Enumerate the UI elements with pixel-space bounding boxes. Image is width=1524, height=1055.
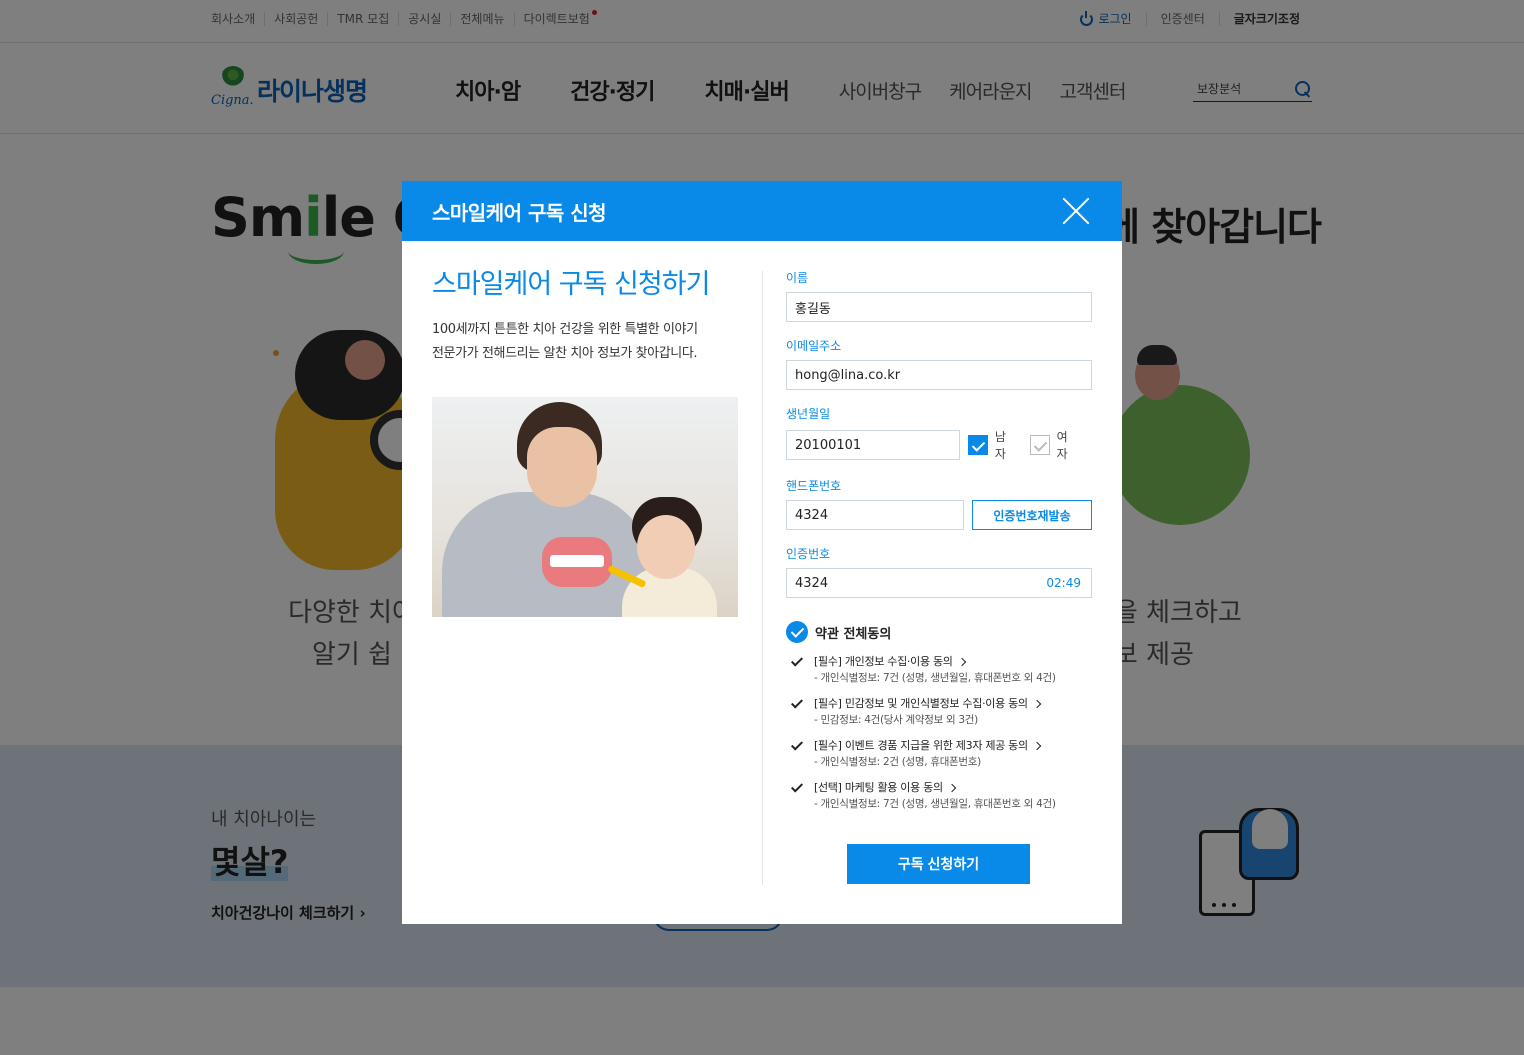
term-title: [필수] 민감정보 및 개인식별정보 수집·이용 동의 [814, 697, 1028, 710]
term-item[interactable]: [필수] 개인정보 수집·이용 동의 - 개인식별정보: 7건 (성명, 생년월… [786, 653, 1092, 686]
term-title: [필수] 개인정보 수집·이용 동의 [814, 655, 953, 668]
female-checkbox[interactable] [1030, 435, 1050, 455]
check-icon[interactable] [791, 740, 803, 752]
modal-header: 스마일케어 구독 신청 [402, 181, 1122, 241]
resend-code-button[interactable]: 인증번호재발송 [972, 500, 1092, 530]
modal-desc-line2: 전문가가 전해드리는 알찬 치아 정보가 찾아갑니다. [432, 346, 698, 361]
check-icon[interactable] [791, 698, 803, 710]
agree-all-label: 약관 전체동의 [815, 626, 892, 642]
name-field[interactable]: 홍길동 [786, 292, 1092, 322]
phone-group: 핸드폰번호 4324 인증번호재발송 [786, 477, 1092, 530]
code-label: 인증번호 [786, 547, 831, 561]
modal-heading: 스마일케어 구독 신청하기 [432, 269, 710, 300]
chevron-right-icon [1032, 741, 1042, 750]
chevron-right-icon [947, 783, 957, 792]
modal-title: 스마일케어 구독 신청 [432, 200, 607, 225]
term-detail: - 개인식별정보: 7건 (성명, 생년월일, 휴대폰번호 외 4건) [814, 672, 1056, 684]
phone-field[interactable]: 4324 [786, 500, 964, 530]
name-label: 이름 [786, 271, 809, 285]
term-link[interactable]: [선택] 마케팅 활용 이용 동의 [814, 779, 1056, 796]
birth-group: 생년월일 20100101 남자 여자 [786, 405, 1092, 462]
check-icon[interactable] [791, 782, 803, 794]
term-link[interactable]: [필수] 민감정보 및 개인식별정보 수집·이용 동의 [814, 695, 1041, 712]
code-group: 인증번호 4324 02:49 [786, 545, 1092, 598]
male-checkbox[interactable] [968, 435, 988, 455]
term-link[interactable]: [필수] 이벤트 경품 지급을 위한 제3자 제공 동의 [814, 737, 1042, 754]
female-label: 여자 [1056, 430, 1068, 461]
name-group: 이름 홍길동 [786, 269, 1092, 322]
term-item[interactable]: [선택] 마케팅 활용 이용 동의 - 개인식별정보: 7건 (성명, 생년월일… [786, 779, 1092, 812]
modal-desc-line1: 100세까지 튼튼한 치아 건강을 위한 특별한 이야기 [432, 322, 698, 337]
column-divider [762, 271, 763, 885]
term-detail: - 민감정보: 4건(당사 계약정보 외 3건) [814, 714, 978, 726]
term-title: [필수] 이벤트 경품 지급을 위한 제3자 제공 동의 [814, 739, 1028, 752]
close-icon[interactable] [1060, 195, 1092, 227]
code-value: 4324 [795, 575, 829, 591]
code-timer: 02:49 [1046, 576, 1081, 590]
birth-field[interactable]: 20100101 [786, 430, 961, 460]
email-group: 이메일주소 hong@lina.co.kr [786, 337, 1092, 390]
email-label: 이메일주소 [786, 339, 842, 353]
male-label: 남자 [994, 430, 1006, 461]
code-field[interactable]: 4324 02:49 [786, 568, 1092, 598]
agree-all-check-icon[interactable] [786, 621, 808, 643]
subscribe-form: 이름 홍길동 이메일주소 hong@lina.co.kr 생년월일 201001… [786, 269, 1092, 821]
gender-select: 남자 여자 [968, 428, 1092, 462]
father-daughter-photo [432, 397, 738, 617]
modal-desc: 100세까지 튼튼한 치아 건강을 위한 특별한 이야기 전문가가 전해드리는 … [432, 318, 738, 366]
chevron-right-icon [1032, 699, 1041, 708]
terms-list: [필수] 개인정보 수집·이용 동의 - 개인식별정보: 7건 (성명, 생년월… [786, 653, 1092, 812]
gender-female-option[interactable]: 여자 [1030, 428, 1078, 462]
modal-intro: 스마일케어 구독 신청하기 100세까지 튼튼한 치아 건강을 위한 특별한 이… [432, 267, 738, 617]
subscribe-submit-button[interactable]: 구독 신청하기 [847, 844, 1030, 884]
birth-label: 생년월일 [786, 407, 831, 421]
term-detail: - 개인식별정보: 7건 (성명, 생년월일, 휴대폰번호 외 4건) [814, 798, 1056, 810]
term-detail: - 개인식별정보: 2건 (성명, 휴대폰번호) [814, 756, 981, 768]
term-link[interactable]: [필수] 개인정보 수집·이용 동의 [814, 653, 1056, 670]
email-field[interactable]: hong@lina.co.kr [786, 360, 1092, 390]
agree-all-checkbox[interactable]: 약관 전체동의 [786, 621, 1092, 643]
phone-label: 핸드폰번호 [786, 479, 842, 493]
term-item[interactable]: [필수] 이벤트 경품 지급을 위한 제3자 제공 동의 - 개인식별정보: 2… [786, 737, 1092, 770]
term-title: [선택] 마케팅 활용 이용 동의 [814, 781, 943, 794]
check-icon[interactable] [791, 656, 803, 668]
subscribe-modal: 스마일케어 구독 신청 스마일케어 구독 신청하기 100세까지 튼튼한 치아 … [402, 181, 1122, 924]
term-item[interactable]: [필수] 민감정보 및 개인식별정보 수집·이용 동의 - 민감정보: 4건(당… [786, 695, 1092, 728]
gender-male-option[interactable]: 남자 [968, 428, 1016, 462]
chevron-right-icon [957, 657, 966, 666]
